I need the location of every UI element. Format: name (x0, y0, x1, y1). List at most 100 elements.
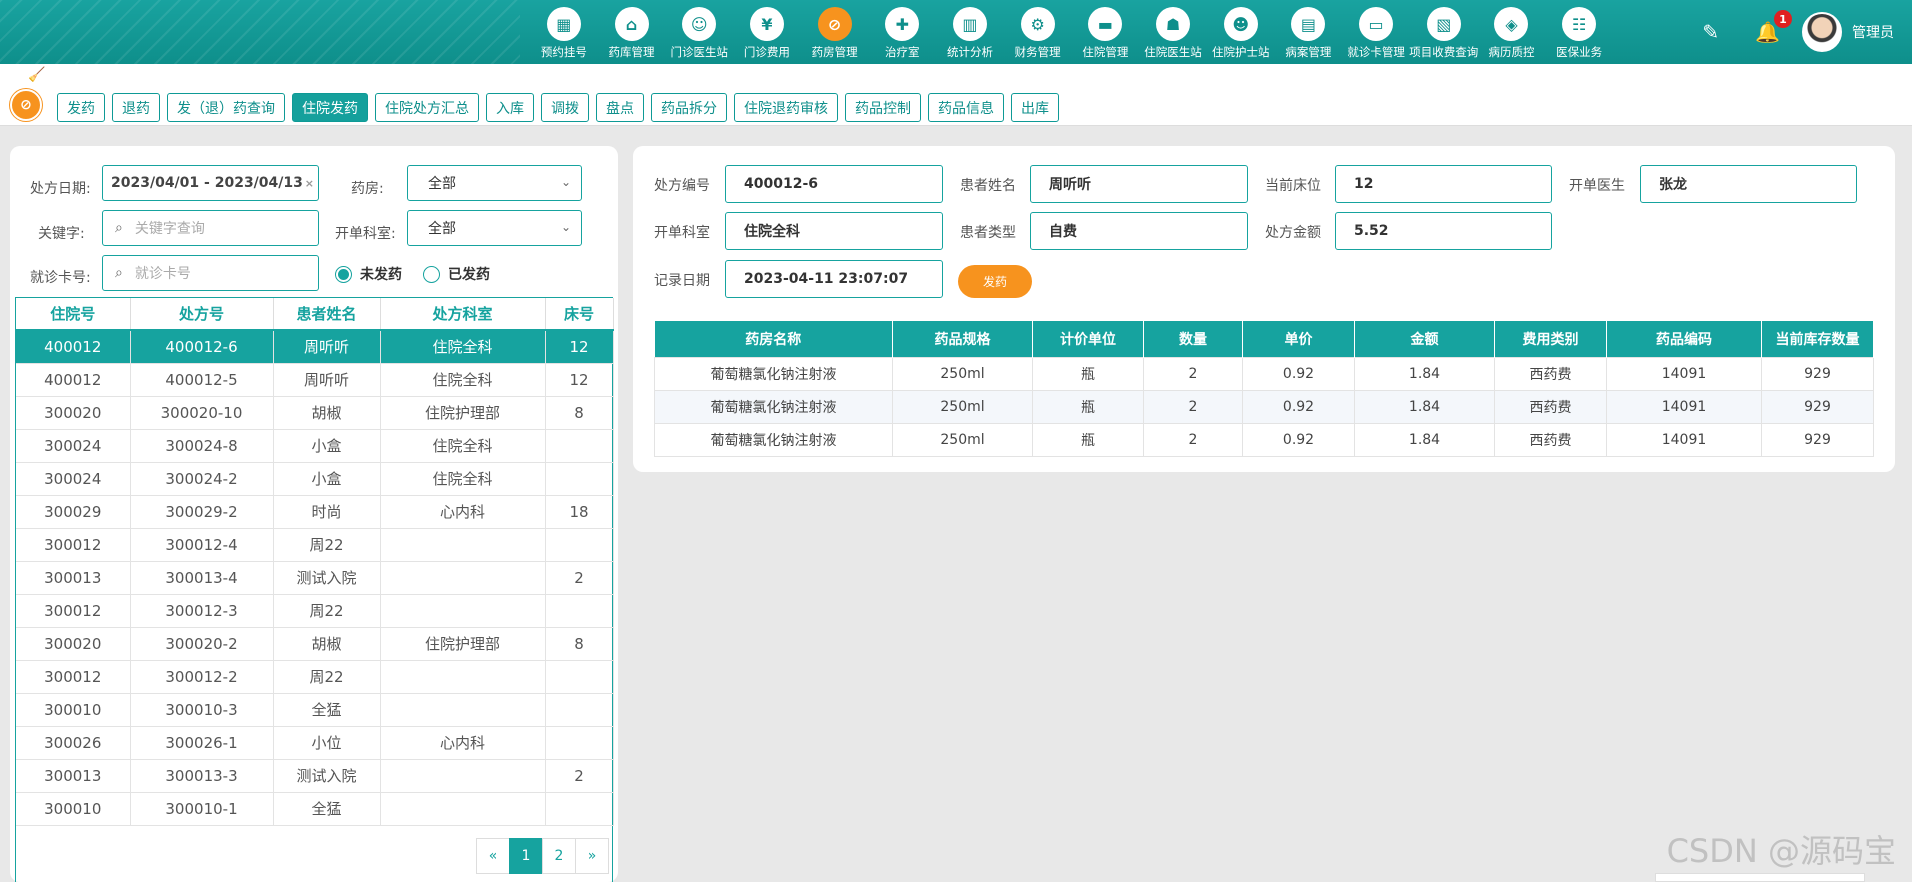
pharmacy-select[interactable]: 全部 ⌄ (407, 165, 582, 201)
next-page-button[interactable]: » (575, 838, 609, 874)
table-row[interactable]: 300024 300024-8 小盒 住院全科 (16, 429, 614, 463)
patient-type-field[interactable]: 自费 (1030, 212, 1248, 250)
nav-item[interactable]: ¥ 门诊费用 (733, 0, 801, 64)
nav-item[interactable]: ✚ 治疗室 (868, 0, 936, 64)
date-range-value: 2023/04/01 - 2023/04/13 (111, 175, 303, 191)
column-header[interactable]: 床号 (545, 298, 614, 331)
nav-item[interactable]: ▦ 预约挂号 (530, 0, 598, 64)
page-button[interactable]: 2 (542, 838, 576, 874)
nav-item[interactable]: ⚙ 财务管理 (1004, 0, 1072, 64)
card-input[interactable]: ⌕ 就诊卡号 (102, 255, 319, 291)
avatar[interactable] (1802, 12, 1842, 52)
nav-item[interactable]: ▭ 就诊卡管理 (1342, 0, 1410, 64)
tab[interactable]: 调拨 (541, 93, 589, 122)
column-header[interactable]: 当前库存数量 (1761, 321, 1874, 357)
nav-item-label: 统计分析 (946, 45, 993, 59)
dept-field[interactable]: 住院全科 (725, 212, 943, 250)
table-row[interactable]: 葡萄糖氯化钠注射液 250ml 瓶 2 0.92 1.84 西药费 14091 929 (654, 389, 1874, 424)
tab[interactable]: 药品拆分 (651, 93, 727, 122)
table-row[interactable]: 300029 300029-2 时尚 心内科 18 (16, 495, 614, 529)
table-row[interactable]: 300012 300012-3 周22 (16, 594, 614, 628)
nav-item[interactable]: ▥ 统计分析 (936, 0, 1004, 64)
prev-page-button[interactable]: « (476, 838, 510, 874)
tab[interactable]: 发（退）药查询 (167, 93, 285, 122)
radio-pending[interactable]: 未发药 (335, 264, 402, 284)
rx-no-field[interactable]: 400012-6 (725, 165, 943, 203)
column-header[interactable]: 住院号 (16, 298, 131, 331)
table-cell: 250ml (892, 356, 1033, 391)
tab[interactable]: 药品信息 (928, 93, 1004, 122)
doctor-field[interactable]: 张龙 (1640, 165, 1857, 203)
amount-field[interactable]: 5.52 (1335, 212, 1552, 250)
table-row[interactable]: 300010 300010-3 全猛 (16, 693, 614, 727)
column-header[interactable]: 处方号 (130, 298, 274, 331)
table-row[interactable]: 400012 400012-5 周听听 住院全科 12 (16, 363, 614, 397)
bed-field[interactable]: 12 (1335, 165, 1552, 203)
column-header[interactable]: 费用类别 (1494, 321, 1607, 357)
table-row[interactable]: 300020 300020-10 胡椒 住院护理部 8 (16, 396, 614, 430)
tab[interactable]: 发药 (57, 93, 105, 122)
nav-item[interactable]: ▧ 项目收费查询 (1409, 0, 1479, 64)
tab[interactable]: 退药 (112, 93, 160, 122)
table-row[interactable]: 300010 300010-1 全猛 (16, 792, 614, 826)
tab[interactable]: 出库 (1011, 93, 1059, 122)
nav-item[interactable]: ◈ 病历质控 (1478, 0, 1546, 64)
table-row[interactable]: 300024 300024-2 小盒 住院全科 (16, 462, 614, 496)
page-button[interactable]: 1 (509, 838, 543, 874)
notification-badge: 1 (1774, 10, 1792, 28)
column-header[interactable]: 数量 (1143, 321, 1243, 357)
table-row[interactable]: 葡萄糖氯化钠注射液 250ml 瓶 2 0.92 1.84 西药费 14091 929 (654, 422, 1874, 457)
inpatient-doctor-icon: ☗ (1156, 7, 1191, 41)
nav-item[interactable]: ☺ 门诊医生站 (665, 0, 733, 64)
column-header[interactable]: 处方科室 (380, 298, 546, 331)
table-row[interactable]: 300026 300026-1 小位 心内科 (16, 726, 614, 760)
table-cell: 300029 (16, 495, 131, 529)
dept-select[interactable]: 全部 ⌄ (407, 210, 582, 246)
pencil-icon[interactable]: ✎ (1702, 20, 1719, 44)
tab[interactable]: 住院处方汇总 (375, 93, 479, 122)
radio-done[interactable]: 已发药 (423, 264, 490, 284)
keyword-input[interactable]: ⌕ 关键字查询 (102, 210, 319, 246)
table-row[interactable]: 葡萄糖氯化钠注射液 250ml 瓶 2 0.92 1.84 西药费 14091 929 (654, 356, 1874, 391)
tab[interactable]: 住院退药审核 (734, 93, 838, 122)
card-label: 就诊卡号: (30, 270, 91, 286)
table-cell: 12 (545, 330, 614, 364)
nav-item[interactable]: ☻ 住院护士站 (1207, 0, 1275, 64)
bell-icon[interactable]: 🔔 1 (1755, 10, 1792, 44)
tab[interactable]: 住院发药 (292, 93, 368, 122)
table-row[interactable]: 300013 300013-4 测试入院 2 (16, 561, 614, 595)
table-cell: 全猛 (273, 792, 381, 826)
table-row[interactable]: 300013 300013-3 测试入院 2 (16, 759, 614, 793)
column-header[interactable]: 计价单位 (1032, 321, 1144, 357)
column-header[interactable]: 单价 (1242, 321, 1355, 357)
nav-item[interactable]: ▤ 病案管理 (1275, 0, 1343, 64)
column-header[interactable]: 患者姓名 (273, 298, 381, 331)
table-row[interactable]: 400012 400012-6 周听听 住院全科 12 (16, 330, 614, 364)
tab[interactable]: 入库 (486, 93, 534, 122)
record-date-field[interactable]: 2023-04-11 23:07:07 (725, 260, 943, 298)
patient-field[interactable]: 周听听 (1030, 165, 1248, 203)
broom-icon[interactable]: 🧹 (28, 67, 45, 83)
table-cell: 300013-4 (130, 561, 274, 595)
table-row[interactable]: 300012 300012-4 周22 (16, 528, 614, 562)
column-header[interactable]: 金额 (1354, 321, 1495, 357)
nav-item[interactable]: ⌂ 药库管理 (598, 0, 666, 64)
nav-item[interactable]: ☷ 医保业务 (1545, 0, 1613, 64)
clear-icon[interactable]: × (305, 177, 314, 190)
tab[interactable]: 药品控制 (845, 93, 921, 122)
tab[interactable]: 盘点 (596, 93, 644, 122)
table-row[interactable]: 300012 300012-2 周22 (16, 660, 614, 694)
nav-item[interactable]: ▬ 住院管理 (1072, 0, 1140, 64)
column-header[interactable]: 药品规格 (892, 321, 1033, 357)
table-cell: 8 (545, 396, 614, 430)
nav-item[interactable]: ☗ 住院医生站 (1139, 0, 1207, 64)
dispense-button[interactable]: 发药 (958, 265, 1032, 298)
table-cell: 300010 (16, 693, 131, 727)
nav-item[interactable]: ⊘ 药房管理 (801, 0, 869, 64)
user-name[interactable]: 管理员 (1852, 22, 1894, 42)
date-range-input[interactable]: 2023/04/01 - 2023/04/13 × (102, 165, 319, 201)
column-header[interactable]: 药品编码 (1606, 321, 1762, 357)
table-row[interactable]: 300020 300020-2 胡椒 住院护理部 8 (16, 627, 614, 661)
nav-item-label: 项目收费查询 (1409, 45, 1479, 59)
column-header[interactable]: 药房名称 (654, 321, 893, 357)
